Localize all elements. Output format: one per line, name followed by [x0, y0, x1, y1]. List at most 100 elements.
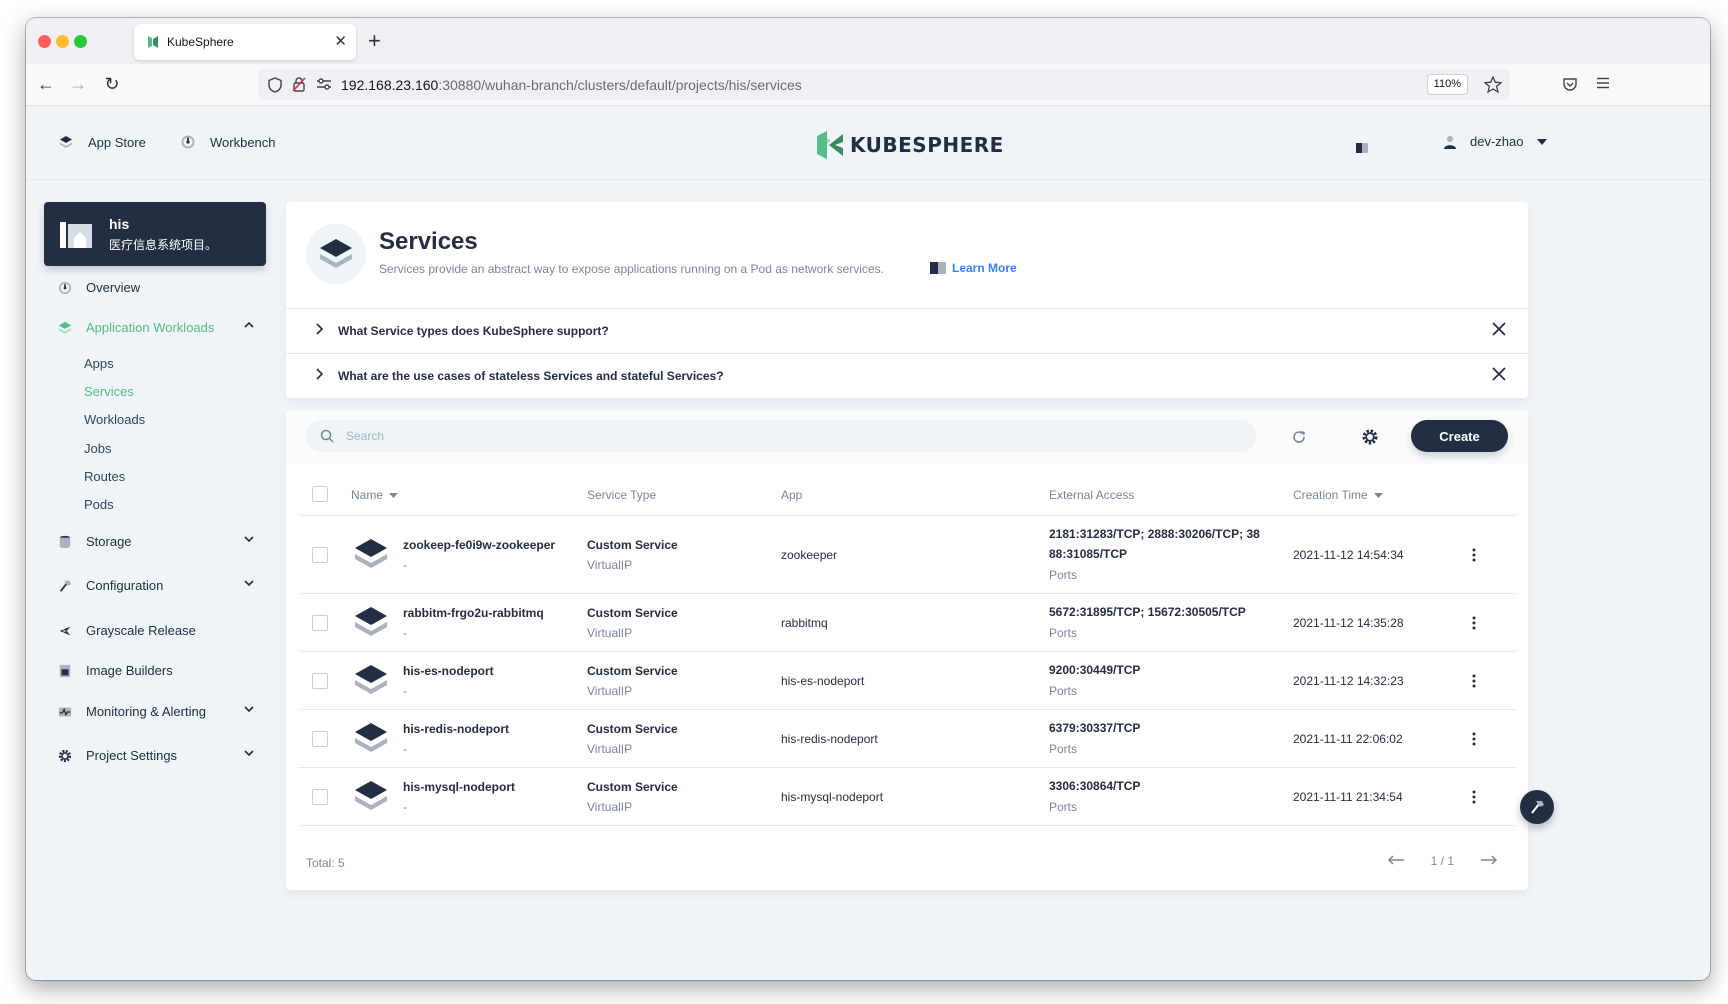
- toolbox-button[interactable]: [1520, 790, 1554, 824]
- creation-time: 2021-11-12 14:35:28: [1293, 616, 1404, 630]
- address-bar[interactable]: 192.168.23.160:30880/wuhan-branch/cluste…: [258, 69, 1510, 100]
- page-description: Services provide an abstract way to expo…: [379, 262, 884, 276]
- logo-text: KUBESPHERE: [850, 133, 1004, 157]
- url-text[interactable]: 192.168.23.160:30880/wuhan-branch/cluste…: [341, 77, 802, 93]
- sidebar-sub-routes[interactable]: Routes: [84, 469, 125, 484]
- bookmark-star-icon[interactable]: [1484, 76, 1502, 93]
- sidebar-sub-apps[interactable]: Apps: [84, 356, 114, 371]
- refresh-icon[interactable]: [1289, 427, 1309, 447]
- row-checkbox[interactable]: [312, 731, 328, 747]
- table-row[interactable]: his-redis-nodeport - Custom Service Virt…: [298, 710, 1516, 768]
- close-icon[interactable]: [1492, 322, 1506, 336]
- row-checkbox[interactable]: [312, 615, 328, 631]
- app-name: his-es-nodeport: [781, 674, 865, 688]
- back-button[interactable]: ←: [34, 72, 58, 96]
- sidebar-item-image-builders[interactable]: Image Builders: [58, 663, 254, 678]
- column-name[interactable]: Name: [351, 488, 399, 502]
- docs-icon[interactable]: [1356, 143, 1368, 153]
- tip-text: What are the use cases of stateless Serv…: [338, 369, 724, 383]
- sidebar-sub-workloads[interactable]: Workloads: [84, 412, 145, 427]
- column-label: Name: [351, 488, 384, 502]
- storage-icon: [59, 535, 71, 548]
- service-name-link[interactable]: his-mysql-nodeport: [403, 780, 515, 794]
- more-actions-icon[interactable]: [1470, 790, 1478, 804]
- project-name: his: [109, 216, 130, 232]
- zoom-level-badge[interactable]: 110%: [1426, 74, 1468, 95]
- insecure-lock-icon[interactable]: [292, 76, 306, 93]
- close-window-button[interactable]: [38, 35, 51, 48]
- workbench-link[interactable]: Workbench: [180, 134, 276, 150]
- sidebar-item-grayscale-release[interactable]: Grayscale Release: [58, 623, 254, 638]
- kubesphere-logo-icon: [817, 131, 843, 159]
- chevron-down-icon: [244, 750, 254, 756]
- table-row[interactable]: his-es-nodeport - Custom Service Virtual…: [298, 652, 1516, 710]
- row-checkbox[interactable]: [312, 547, 328, 563]
- search-input[interactable]: [346, 420, 1236, 452]
- service-name-link[interactable]: rabbitm-frgo2u-rabbitmq: [403, 606, 544, 620]
- service-name-link[interactable]: zookeep-fe0i9w-zookeeper: [403, 538, 555, 552]
- browser-tab[interactable]: KubeSphere ✕: [134, 24, 356, 60]
- column-creation-time[interactable]: Creation Time: [1293, 488, 1383, 502]
- table-row[interactable]: rabbitm-frgo2u-rabbitmq - Custom Service…: [298, 594, 1516, 652]
- sidebar-item-label: Project Settings: [86, 748, 178, 763]
- page-indicator: 1 / 1: [1430, 854, 1454, 868]
- sidebar-item-storage[interactable]: Storage: [58, 534, 254, 549]
- app-store-link[interactable]: App Store: [58, 134, 146, 150]
- sidebar-sub-jobs[interactable]: Jobs: [84, 441, 111, 456]
- creation-time: 2021-11-11 22:06:02: [1293, 732, 1403, 746]
- search-box[interactable]: [306, 420, 1256, 452]
- forward-button[interactable]: →: [66, 72, 90, 96]
- learn-more-link[interactable]: Learn More: [930, 261, 1017, 275]
- creation-time: 2021-11-12 14:54:34: [1293, 548, 1404, 562]
- sidebar-item-project-settings[interactable]: Project Settings: [58, 748, 254, 763]
- sidebar-item-application-workloads[interactable]: Application Workloads: [58, 320, 254, 335]
- new-tab-button[interactable]: +: [368, 28, 381, 54]
- reload-button[interactable]: ↻: [100, 72, 124, 96]
- more-actions-icon[interactable]: [1470, 616, 1478, 630]
- service-name-link[interactable]: his-es-nodeport: [403, 664, 494, 678]
- sidebar-item-configuration[interactable]: Configuration: [58, 578, 254, 593]
- close-icon[interactable]: [1492, 367, 1506, 381]
- permissions-icon[interactable]: [316, 78, 332, 90]
- gear-icon: [58, 749, 72, 762]
- tip-stateless-stateful[interactable]: What are the use cases of stateless Serv…: [286, 353, 1528, 398]
- sidebar-sub-services[interactable]: Services: [84, 384, 134, 399]
- project-card[interactable]: his 医疗信息系统项目。: [44, 202, 266, 266]
- sidebar-item-label: Image Builders: [86, 663, 173, 678]
- create-button[interactable]: Create: [1411, 420, 1508, 452]
- sidebar-item-label: Storage: [86, 534, 132, 549]
- more-actions-icon[interactable]: [1470, 732, 1478, 746]
- row-checkbox[interactable]: [312, 673, 328, 689]
- prev-page-button[interactable]: [1387, 854, 1405, 868]
- url-host: 192.168.23.160: [341, 77, 439, 93]
- service-icon: [355, 723, 387, 752]
- service-name-link[interactable]: his-redis-nodeport: [403, 722, 509, 736]
- maximize-window-button[interactable]: [74, 35, 87, 48]
- kubesphere-logo[interactable]: KUBESPHERE: [816, 130, 1004, 160]
- creation-time: 2021-11-11 21:34:54: [1293, 790, 1403, 804]
- row-checkbox[interactable]: [312, 789, 328, 805]
- tab-close-icon[interactable]: ✕: [334, 32, 347, 50]
- more-actions-icon[interactable]: [1470, 674, 1478, 688]
- pocket-icon[interactable]: [1562, 76, 1578, 92]
- sidebar-item-overview[interactable]: Overview: [58, 280, 254, 295]
- table-row[interactable]: his-mysql-nodeport - Custom Service Virt…: [298, 768, 1516, 826]
- external-access: 5672:31895/TCP; 15672:30505/TCP: [1049, 605, 1246, 619]
- shield-icon[interactable]: [268, 77, 282, 93]
- column-label: Creation Time: [1293, 488, 1368, 502]
- next-page-button[interactable]: [1480, 854, 1498, 868]
- tip-service-types[interactable]: What Service types does KubeSphere suppo…: [286, 308, 1528, 353]
- sidebar-sub-pods[interactable]: Pods: [84, 497, 114, 512]
- table-row[interactable]: zookeep-fe0i9w-zookeeper - Custom Servic…: [298, 516, 1516, 594]
- select-all-checkbox[interactable]: [312, 486, 328, 502]
- sort-caret-icon: [1373, 492, 1383, 498]
- browser-tabbar: KubeSphere ✕ +: [26, 18, 1710, 64]
- sidebar-item-monitoring-alerting[interactable]: Monitoring & Alerting: [58, 704, 254, 719]
- menu-icon[interactable]: [1596, 77, 1610, 89]
- sidebar-item-label: Overview: [86, 280, 141, 295]
- settings-gear-icon[interactable]: [1360, 427, 1380, 447]
- minimize-window-button[interactable]: [56, 35, 69, 48]
- user-menu[interactable]: dev-zhao: [1444, 134, 1548, 149]
- more-actions-icon[interactable]: [1470, 548, 1478, 562]
- sidebar-item-label: Monitoring & Alerting: [86, 704, 206, 719]
